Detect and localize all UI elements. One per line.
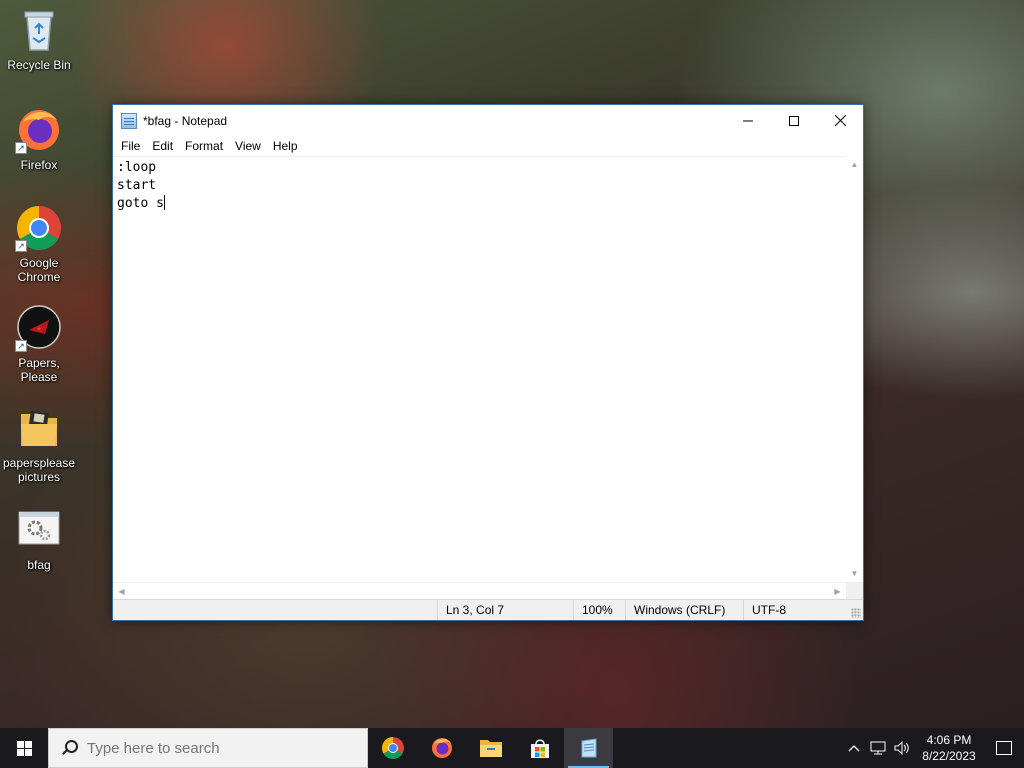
desktop-icon-label: papersplease pictures (2, 456, 76, 484)
taskbar-app-firefox[interactable] (417, 728, 466, 768)
status-cursor-position: Ln 3, Col 7 (437, 600, 573, 620)
papers-please-icon: ★ ↗ (15, 304, 63, 352)
taskbar: 4:06 PM 8/22/2023 (0, 728, 1024, 768)
scroll-down-arrow-icon[interactable]: ▼ (846, 565, 863, 582)
taskbar-app-chrome[interactable] (368, 728, 417, 768)
title-bar[interactable]: *bfag - Notepad (113, 105, 863, 136)
desktop-icon-chrome[interactable]: ↗ Google Chrome (0, 204, 78, 284)
scroll-up-arrow-icon[interactable]: ▲ (846, 156, 863, 173)
scroll-right-arrow-icon[interactable]: ▶ (829, 583, 846, 600)
maximize-button[interactable] (771, 105, 817, 136)
shortcut-arrow-icon: ↗ (15, 142, 27, 154)
system-tray: 4:06 PM 8/22/2023 (842, 728, 1024, 768)
svg-text:★: ★ (36, 325, 42, 333)
clock-date: 8/22/2023 (922, 749, 976, 763)
windows-logo-icon (16, 740, 32, 756)
scrollbar-corner (846, 582, 863, 599)
desktop-icon-label: Google Chrome (17, 256, 61, 284)
action-center-button[interactable] (984, 728, 1024, 768)
clock-time: 4:06 PM (926, 733, 972, 747)
shortcut-arrow-icon: ↗ (15, 340, 27, 352)
show-hidden-icons-chevron-up-icon[interactable] (842, 728, 866, 768)
firefox-icon: ↗ (15, 106, 63, 154)
store-icon (530, 739, 549, 758)
folder-icon (15, 404, 63, 452)
taskbar-app-file-explorer[interactable] (466, 728, 515, 768)
status-line-ending: Windows (CRLF) (625, 600, 743, 620)
file-explorer-icon (479, 740, 502, 757)
chrome-icon (381, 737, 404, 759)
maximize-icon (789, 115, 799, 126)
recycle-bin-icon (15, 6, 63, 54)
status-encoding: UTF-8 (743, 600, 848, 620)
editor-line: goto s (117, 196, 164, 211)
menu-format[interactable]: Format (179, 139, 229, 153)
resize-grip-icon[interactable] (851, 608, 861, 618)
desktop-icon-label: Recycle Bin (7, 58, 71, 72)
notepad-window[interactable]: *bfag - Notepad File Edit Format View He… (112, 104, 864, 621)
search-input[interactable] (87, 739, 347, 757)
desktop-icon-papers-please[interactable]: ★ ↗ Papers, Please (0, 304, 78, 384)
desktop-icon-bfag[interactable]: bfag (0, 506, 78, 572)
close-button[interactable] (817, 105, 863, 136)
firefox-icon (431, 738, 452, 758)
text-editor[interactable]: :loop start goto s (113, 156, 863, 582)
search-icon (61, 740, 78, 756)
menu-file[interactable]: File (115, 139, 146, 153)
network-icon[interactable] (866, 728, 890, 768)
desktop-icon-recycle-bin[interactable]: Recycle Bin (0, 6, 78, 72)
vertical-scrollbar[interactable]: ▲ ▼ (846, 156, 863, 582)
taskbar-clock[interactable]: 4:06 PM 8/22/2023 (914, 732, 984, 764)
menu-bar: File Edit Format View Help (113, 136, 863, 156)
desktop-icon-label: Papers, Please (18, 356, 60, 384)
desktop-icon-papersplease-pictures[interactable]: papersplease pictures (0, 404, 78, 484)
scroll-left-arrow-icon[interactable]: ◀ (113, 583, 130, 600)
menu-help[interactable]: Help (267, 139, 304, 153)
menu-edit[interactable]: Edit (146, 139, 179, 153)
desktop-icon-firefox[interactable]: ↗ Firefox (0, 106, 78, 172)
shortcut-arrow-icon: ↗ (15, 240, 27, 252)
chrome-icon: ↗ (15, 204, 63, 252)
taskbar-app-store[interactable] (515, 728, 564, 768)
batch-file-icon (15, 506, 63, 554)
taskbar-app-notepad[interactable] (564, 728, 613, 768)
window-title: *bfag - Notepad (143, 113, 228, 128)
close-icon (834, 115, 846, 126)
minimize-icon (743, 120, 753, 121)
volume-icon[interactable] (890, 728, 914, 768)
menu-view[interactable]: View (229, 139, 267, 153)
status-bar: Ln 3, Col 7 100% Windows (CRLF) UTF-8 (113, 599, 863, 620)
notepad-icon (121, 112, 137, 129)
text-caret (163, 195, 165, 210)
notepad-icon (581, 738, 596, 758)
editor-line: :loop (117, 160, 157, 175)
minimize-button[interactable] (725, 105, 771, 136)
editor-line: start (117, 178, 157, 193)
taskbar-search[interactable] (48, 728, 368, 768)
status-zoom: 100% (573, 600, 625, 620)
horizontal-scrollbar[interactable]: ◀ ▶ (113, 582, 846, 599)
editor-content[interactable]: :loop start goto s (117, 159, 845, 213)
start-button[interactable] (0, 728, 48, 768)
desktop-icon-label: Firefox (20, 158, 58, 172)
desktop-icon-label: bfag (27, 558, 51, 572)
notification-icon (996, 741, 1012, 755)
